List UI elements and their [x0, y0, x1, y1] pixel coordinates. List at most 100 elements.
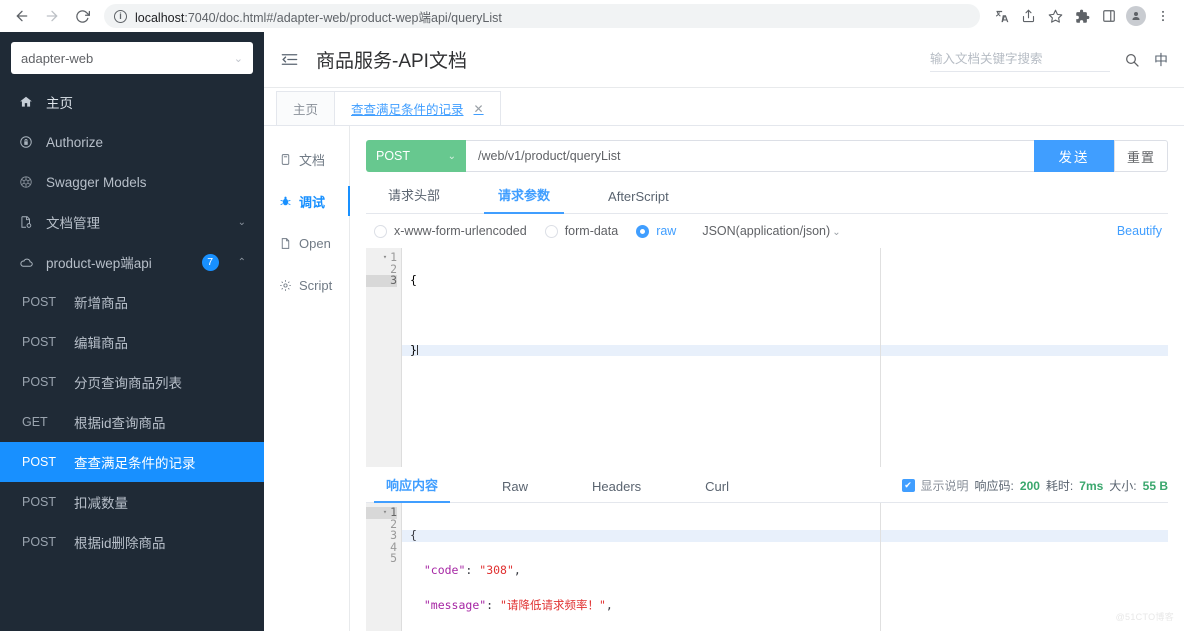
- language-toggle[interactable]: 中: [1154, 50, 1168, 70]
- tab-response-raw[interactable]: Raw: [490, 479, 540, 502]
- api-method: POST: [22, 375, 57, 389]
- tab-response-headers[interactable]: Headers: [580, 479, 653, 502]
- api-item-deduct-quantity[interactable]: POST 扣减数量: [0, 482, 264, 522]
- api-item-delete-by-id[interactable]: POST 根据id删除商品: [0, 522, 264, 562]
- status-code-label: 响应码:: [974, 479, 1014, 493]
- bug-icon: [278, 195, 292, 208]
- api-method: POST: [22, 535, 57, 549]
- site-info-icon[interactable]: i: [114, 9, 127, 23]
- reset-button[interactable]: 重置: [1114, 140, 1168, 172]
- collapse-menu-icon[interactable]: [280, 50, 302, 69]
- api-item-add-product[interactable]: POST 新增商品: [0, 282, 264, 322]
- bookmark-star-icon[interactable]: [1042, 3, 1068, 29]
- api-name: 编辑商品: [74, 336, 128, 351]
- tab-label: 查查满足条件的记录: [351, 103, 464, 117]
- status-code-value: 200: [1019, 478, 1040, 493]
- api-item-edit-product[interactable]: POST 编辑商品: [0, 322, 264, 362]
- search-input[interactable]: [930, 47, 1110, 72]
- tab-home[interactable]: 主页: [276, 91, 336, 125]
- models-icon: [18, 175, 34, 189]
- inner-nav-item-script[interactable]: Script: [264, 264, 349, 306]
- document-tabs: 主页 查查满足条件的记录 ✕: [264, 88, 1184, 126]
- api-item-query-list[interactable]: POST 查查满足条件的记录: [0, 442, 264, 482]
- sidebar-item-label: Authorize: [46, 134, 104, 150]
- inner-nav-label: 调试: [299, 194, 326, 210]
- api-item-query-by-id[interactable]: GET 根据id查询商品: [0, 402, 264, 442]
- translate-icon[interactable]: [988, 3, 1014, 29]
- inner-nav-item-doc[interactable]: 文档: [264, 138, 349, 180]
- address-bar[interactable]: i localhost:7040/doc.html#/adapter-web/p…: [104, 4, 980, 28]
- request-url-input[interactable]: /web/v1/product/queryList: [466, 140, 1034, 172]
- request-editor-code[interactable]: { }: [402, 248, 1168, 467]
- inner-nav: 文档 调试 Open Script: [264, 126, 350, 631]
- inner-nav-item-open[interactable]: Open: [264, 222, 349, 264]
- response-size-label: 大小:: [1109, 479, 1137, 493]
- http-method-select[interactable]: POST ⌄: [366, 140, 466, 172]
- editor-ruler: [880, 248, 881, 467]
- search-box[interactable]: [930, 47, 1110, 72]
- share-icon[interactable]: [1015, 3, 1041, 29]
- fold-icon[interactable]: ▾: [383, 252, 387, 264]
- tab-after-script[interactable]: AfterScript: [594, 189, 683, 213]
- sidebar: adapter-web ⌄ 主页 Authorize Swagger Model…: [0, 32, 264, 631]
- debug-body: 文档 调试 Open Script POST ⌄ /web/v1/product…: [264, 126, 1184, 631]
- tab-label: 响应内容: [386, 478, 439, 493]
- content-type-value: JSON(application/json): [702, 224, 831, 238]
- search-icon[interactable]: [1124, 52, 1140, 68]
- tab-request-params[interactable]: 请求参数: [484, 185, 565, 214]
- radio-raw[interactable]: raw: [636, 224, 676, 238]
- sidebar-item-swagger-models[interactable]: Swagger Models: [0, 162, 264, 202]
- sidebar-item-home[interactable]: 主页: [0, 82, 264, 122]
- forward-arrow-icon[interactable]: [38, 2, 66, 30]
- doc-manage-icon: [18, 215, 34, 229]
- profile-avatar-icon[interactable]: [1123, 3, 1149, 29]
- radio-urlencoded[interactable]: x-www-form-urlencoded: [374, 224, 527, 238]
- code-line: {: [410, 273, 417, 288]
- reload-icon[interactable]: [68, 2, 96, 30]
- request-line: POST ⌄ /web/v1/product/queryList 发送 重置: [366, 140, 1168, 172]
- service-selector-value: adapter-web: [21, 50, 94, 66]
- tab-label: Curl: [705, 479, 730, 494]
- back-arrow-icon[interactable]: [8, 2, 36, 30]
- api-item-page-query-products[interactable]: POST 分页查询商品列表: [0, 362, 264, 402]
- tab-response-content[interactable]: 响应内容: [374, 475, 451, 503]
- radio-dot-icon: [374, 224, 387, 238]
- tab-response-curl[interactable]: Curl: [693, 479, 741, 502]
- sidebar-item-label: 文档管理: [46, 216, 100, 231]
- more-menu-icon[interactable]: [1150, 3, 1176, 29]
- inner-nav-label: Open: [299, 235, 331, 251]
- fold-icon[interactable]: ▾: [383, 507, 387, 519]
- extensions-puzzle-icon[interactable]: [1069, 3, 1095, 29]
- sidebar-item-label: product-wep端api: [46, 256, 152, 271]
- sidebar-item-doc-manage[interactable]: 文档管理 ⌄: [0, 202, 264, 242]
- send-button[interactable]: 发送: [1034, 140, 1114, 172]
- beautify-link[interactable]: Beautify: [1117, 224, 1168, 238]
- response-body-editor[interactable]: ▾ 1 2 3 4 5 { "code": "308", "message": "…: [366, 503, 1168, 631]
- request-body-editor[interactable]: ▾ 1 2 3 { }: [366, 248, 1168, 467]
- app-root: adapter-web ⌄ 主页 Authorize Swagger Model…: [0, 32, 1184, 631]
- sidebar-item-authorize[interactable]: Authorize: [0, 122, 264, 162]
- close-icon[interactable]: ✕: [474, 102, 484, 116]
- tab-request-headers[interactable]: 请求头部: [374, 185, 454, 213]
- sidebar-item-product-api-group[interactable]: product-wep端api 7 ⌃: [0, 242, 264, 282]
- inner-nav-item-debug[interactable]: 调试: [264, 180, 350, 222]
- chevron-down-icon: ⌄: [832, 227, 841, 238]
- radio-form-data[interactable]: form-data: [544, 224, 618, 238]
- elapsed-time-label: 耗时:: [1045, 479, 1074, 493]
- sidebar-item-label: 主页: [46, 96, 73, 111]
- content-type-select[interactable]: JSON(application/json) ⌄: [702, 224, 840, 238]
- tab-query-list[interactable]: 查查满足条件的记录 ✕: [334, 91, 501, 125]
- request-tabs: 请求头部 请求参数 AfterScript: [366, 176, 1168, 214]
- service-selector[interactable]: adapter-web ⌄: [11, 42, 253, 74]
- app-header: 商品服务-API文档 中: [264, 32, 1184, 88]
- chevron-down-icon: ⌄: [447, 150, 456, 162]
- document-icon: [278, 153, 292, 166]
- show-description-checkbox[interactable]: ✔: [901, 479, 915, 492]
- api-method: GET: [22, 415, 48, 429]
- main-content: 商品服务-API文档 中 主页 查查满足条件的记录 ✕: [264, 32, 1184, 631]
- api-name: 根据id删除商品: [74, 536, 166, 551]
- side-panel-icon[interactable]: [1096, 3, 1122, 29]
- api-name: 新增商品: [74, 296, 128, 311]
- response-status-bar: ✔ 显示说明 响应码: 200 耗时: 7ms 大小: 55 B: [901, 477, 1168, 502]
- response-editor-code[interactable]: { "code": "308", "message": "请降低请求频率！", …: [402, 503, 1168, 631]
